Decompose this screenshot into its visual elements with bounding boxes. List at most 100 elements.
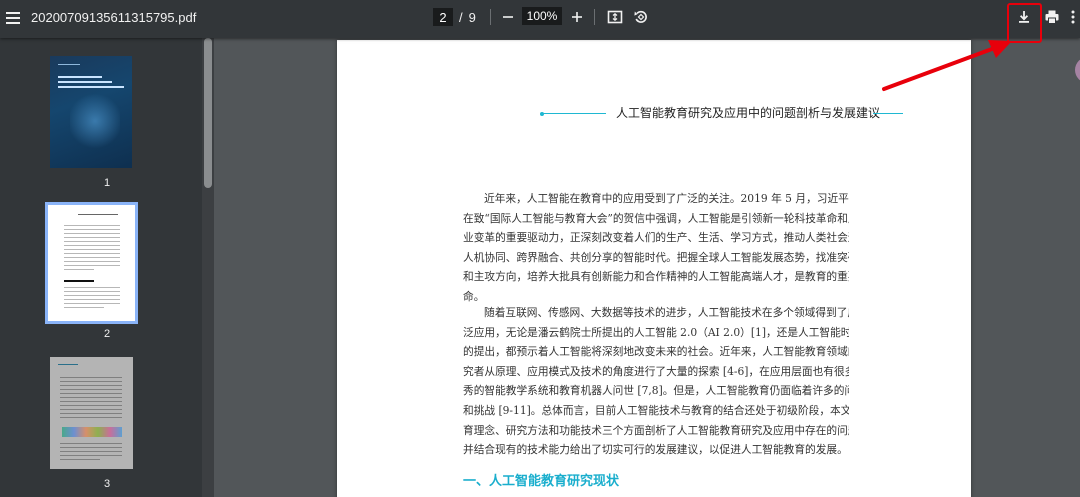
paragraph-line: 和主攻方向，培养大批具有创新能力和合作精神的人工智能高端人才，是教育的重要使 — [463, 270, 849, 284]
heading-decoration-line-right — [873, 113, 903, 114]
thumbnail-text-line — [60, 455, 122, 456]
thumbnail-text-line — [64, 257, 120, 258]
total-pages: 9 — [468, 9, 476, 25]
thumbnail-cover-art — [70, 91, 120, 151]
hamburger-icon-line — [6, 17, 20, 19]
page-indicator: / 9 — [433, 7, 476, 27]
thumbnail-text-line — [64, 261, 120, 262]
pdf-viewer: 20200709135611315795.pdf / 9 — [0, 0, 1080, 497]
sidebar-scrollbar-thumb[interactable] — [204, 38, 212, 188]
thumbnail-text-line — [58, 364, 78, 365]
zoom-input[interactable] — [522, 7, 562, 25]
thumbnail-text-line — [60, 393, 122, 394]
page-separator: / — [459, 9, 463, 25]
thumbnail-text-line — [64, 241, 120, 242]
fit-to-page-icon — [607, 10, 623, 24]
thumbnail-text-line — [64, 307, 104, 308]
more-vertical-icon — [1071, 10, 1075, 24]
thumbnail-text-line — [60, 451, 122, 452]
paragraph-1: 近年来，人工智能在教育中的应用受到了广泛的关注。2019 年 5 月，习近平主席… — [463, 189, 849, 307]
thumbnail-text-line — [60, 389, 122, 390]
thumbnail-text-line — [60, 377, 122, 378]
thumbnail-text-line — [60, 417, 122, 418]
zoom-out-button[interactable] — [497, 6, 519, 28]
thumbnail-label: 1 — [103, 177, 111, 189]
thumbnail-text-line — [60, 447, 122, 448]
page-thumbnail-2[interactable] — [45, 202, 138, 324]
thumbnail-page-2-content — [48, 205, 135, 321]
thumbnail-text-line — [60, 381, 122, 382]
thumbnail-text-line — [60, 443, 122, 444]
thumbnail-text-line — [64, 291, 120, 292]
fit-to-page-button[interactable] — [604, 6, 626, 28]
thumbnail-text-line — [64, 253, 120, 254]
thumbnail-text-line — [64, 287, 120, 288]
thumbnail-text-line — [60, 397, 122, 398]
toolbar-divider — [594, 9, 595, 25]
section-title: 一、人工智能教育研究现状 — [463, 473, 620, 488]
plus-icon — [572, 12, 582, 22]
annotation-highlight-box — [1007, 3, 1042, 43]
thumbnail-text-line — [58, 81, 112, 83]
thumbnail-text-line — [78, 214, 118, 215]
thumbnail-text-line — [64, 249, 120, 250]
thumbnail-text-line — [64, 229, 120, 230]
thumbnail-text-line — [60, 385, 122, 386]
rotate-icon — [634, 10, 647, 23]
paragraph-line: 的提出，都预示着人工智能将深刻地改变未来的社会。近年来，人工智能教育领域的研 — [463, 345, 849, 359]
print-icon — [1045, 10, 1059, 24]
page-heading: 人工智能教育研究及应用中的问题剖析与发展建议 — [616, 106, 881, 120]
print-button[interactable] — [1041, 6, 1063, 28]
toolbar-divider — [490, 9, 491, 25]
paragraph-line: 在致“国际人工智能与教育大会”的贺信中强调，人工智能是引领新一轮科技革命和产 — [463, 211, 849, 225]
thumbnail-label: 2 — [103, 328, 111, 340]
thumbnail-sidebar: 1 2 3 — [0, 38, 214, 497]
thumbnail-text-line — [64, 265, 120, 266]
thumbnail-text-line — [60, 459, 100, 460]
paragraph-line: 究者从原理、应用模式及技术的角度进行了大量的探索 [4-6]，在应用层面也有很多… — [463, 364, 849, 378]
pdf-page: 人工智能教育研究及应用中的问题剖析与发展建议 近年来，人工智能在教育中的应用受到… — [337, 40, 971, 497]
toolbar: 20200709135611315795.pdf / 9 — [0, 0, 1080, 38]
thumbnail-text-line — [64, 303, 120, 304]
thumbnail-text-line — [64, 233, 120, 234]
thumbnail-text-line — [64, 269, 94, 270]
thumbnail-text-line — [58, 76, 102, 78]
current-page-input[interactable] — [433, 8, 453, 26]
paragraph-line: 人机协同、跨界融合、共创分享的智能时代。把握全球人工智能发展态势，找准突破口 — [463, 250, 849, 264]
thumbnail-text-line — [60, 413, 122, 414]
hamburger-icon-line — [6, 22, 20, 24]
hamburger-icon — [6, 12, 20, 14]
thumbnail-text-line — [64, 237, 120, 238]
thumbnail-text-line — [60, 405, 122, 406]
paragraph-line: 随着互联网、传感网、大数据等技术的进步，人工智能技术在多个领域得到了广 — [484, 306, 849, 319]
paragraph-line: 近年来，人工智能在教育中的应用受到了广泛的关注。2019 年 5 月，习近平主席 — [484, 192, 849, 205]
more-options-button[interactable] — [1066, 6, 1080, 28]
thumbnail-text-line — [58, 64, 80, 65]
thumbnail-label: 3 — [103, 478, 111, 490]
thumbnail-text-line — [60, 401, 122, 402]
thumbnail-text-line — [64, 280, 94, 282]
paragraph-line: 并结合现有的技术能力给出了切实可行的发展建议，以促进人工智能教育的发展。 — [463, 443, 848, 457]
page-thumbnail-1[interactable] — [50, 56, 132, 168]
thumbnail-text-line — [58, 86, 124, 88]
page-thumbnail-3[interactable] — [50, 357, 133, 469]
document-viewer[interactable]: 人工智能教育研究及应用中的问题剖析与发展建议 近年来，人工智能在教育中的应用受到… — [214, 38, 1080, 497]
thumbnail-figure — [62, 427, 122, 437]
paragraph-2: 随着互联网、传感网、大数据等技术的进步，人工智能技术在多个领域得到了广 泛应用，… — [463, 303, 849, 460]
minus-icon — [503, 16, 513, 18]
paragraph-line: 业变革的重要驱动力，正深刻改变着人们的生产、生活、学习方式，推动人类社会迎来 — [463, 231, 849, 245]
zoom-in-button[interactable] — [566, 6, 588, 28]
thumbnail-text-line — [60, 409, 122, 410]
paragraph-line: 秀的智能教学系统和教育机器人问世 [7,8]。但是，人工智能教育仍面临着许多的问… — [463, 384, 849, 398]
rotate-button[interactable] — [630, 6, 652, 28]
paragraph-line: 育理念、研究方法和功能技术三个方面剖析了人工智能教育研究及应用中存在的问题， — [463, 423, 849, 437]
menu-button[interactable] — [0, 5, 26, 31]
thumbnail-text-line — [64, 295, 120, 296]
paragraph-line: 泛应用，无论是潘云鹤院士所提出的人工智能 2.0（AI 2.0）[1]，还是人工… — [463, 325, 849, 339]
thumbnail-text-line — [64, 245, 120, 246]
thumbnail-text-line — [64, 299, 120, 300]
paragraph-line: 和挑战 [9-11]。总体而言，目前人工智能技术与教育的结合还处于初级阶段，本文… — [463, 403, 849, 417]
heading-decoration-line-left — [542, 113, 606, 114]
file-name: 20200709135611315795.pdf — [31, 10, 197, 25]
thumbnail-text-line — [64, 225, 120, 226]
